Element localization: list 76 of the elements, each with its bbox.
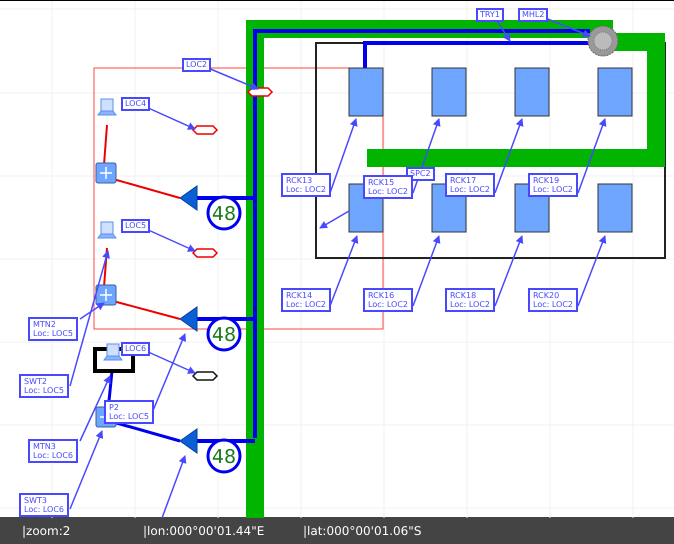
triangle-icon — [179, 185, 198, 211]
location-label[interactable]: MHL2 — [518, 8, 548, 22]
device-name: RCK15 — [368, 178, 396, 187]
port-icon — [192, 371, 218, 381]
hatched-circle-icon — [588, 26, 618, 56]
triangle-icon — [179, 306, 198, 332]
rack[interactable] — [432, 68, 466, 116]
device-name: RCK17 — [450, 176, 478, 185]
device-label[interactable]: SWT3 Loc: LOC6 — [19, 493, 69, 517]
device-label[interactable]: SWT2 Loc: LOC5 — [19, 374, 69, 398]
device-name: RCK18 — [450, 291, 478, 300]
device-label[interactable]: RCK18 Loc: LOC2 — [445, 288, 495, 312]
device-name: RCK14 — [286, 291, 314, 300]
device-name: MTN3 — [33, 442, 57, 451]
zoom-level: |zoom:2 — [22, 524, 72, 538]
port-icon — [192, 248, 218, 258]
leader-line — [494, 235, 524, 306]
device-location: Loc: LOC2 — [286, 185, 326, 194]
device-label[interactable]: MTN2 Loc: LOC5 — [28, 317, 78, 341]
switch-icon[interactable] — [96, 162, 116, 184]
device-location: Loc: LOC6 — [24, 505, 64, 514]
rack[interactable] — [598, 184, 632, 232]
port-icon — [192, 125, 218, 135]
latitude: |lat:000°00'01.06"S — [303, 524, 422, 538]
location-label[interactable]: TRY1 — [476, 8, 504, 22]
device-label[interactable]: RCK14 Loc: LOC2 — [281, 288, 331, 312]
device-label[interactable]: RCK17 Loc: LOC2 — [445, 173, 495, 197]
leader-line — [412, 235, 440, 306]
rack[interactable] — [348, 68, 384, 116]
rack[interactable] — [598, 68, 632, 116]
device-label[interactable]: RCK15 Loc: LOC2 — [363, 175, 413, 199]
leader-line — [319, 210, 350, 229]
cable-count: 48 — [212, 203, 236, 225]
device-label[interactable]: MTN3 Loc: LOC6 — [28, 439, 78, 463]
count-circle — [206, 438, 242, 474]
computer-icon[interactable] — [103, 344, 123, 360]
device-location: Loc: LOC2 — [368, 300, 408, 309]
longitude: |lon:000°00'01.44"E — [143, 524, 266, 538]
device-location: Loc: LOC2 — [533, 185, 573, 194]
rack[interactable] — [514, 68, 550, 116]
location-label[interactable]: LOC5 — [121, 219, 150, 233]
device-location: Loc: LOC2 — [450, 185, 490, 194]
device-label[interactable]: RCK16 Loc: LOC2 — [363, 288, 413, 312]
device-name: SWT2 — [24, 377, 48, 386]
count-circle — [206, 196, 242, 230]
count-circle — [206, 316, 242, 352]
device-name: MTN2 — [33, 320, 57, 329]
device-name: RCK20 — [533, 291, 560, 300]
device-label[interactable]: RCK20 Loc: LOC2 — [528, 288, 578, 312]
location-label[interactable]: SPC2 — [406, 167, 435, 181]
device-location: Loc: LOC5 — [109, 412, 149, 421]
device-location: Loc: LOC2 — [368, 187, 408, 196]
device-location: Loc: LOC2 — [533, 300, 573, 309]
device-name: RCK16 — [368, 291, 396, 300]
device-location: Loc: LOC5 — [24, 386, 64, 395]
location-label[interactable]: LOC4 — [121, 97, 150, 111]
device-name: SWT3 — [24, 496, 48, 505]
location-label[interactable]: LOC2 — [182, 58, 212, 72]
leader-line — [161, 455, 186, 518]
cable-count: 48 — [212, 446, 236, 468]
triangle-icon — [179, 428, 198, 454]
device-name: RCK19 — [533, 176, 560, 185]
switch-icon[interactable] — [96, 284, 116, 306]
device-location: Loc: LOC5 — [33, 329, 73, 338]
leader-line — [577, 235, 606, 306]
device-location: Loc: LOC2 — [286, 300, 326, 309]
device-label[interactable]: P2 Loc: LOC5 — [104, 400, 154, 424]
leader-line — [329, 235, 358, 306]
device-location: Loc: LOC6 — [33, 451, 73, 460]
cable-count: 48 — [212, 324, 236, 346]
device-name: P2 — [109, 403, 120, 412]
location-label[interactable]: LOC6 — [121, 342, 150, 356]
device-label[interactable]: RCK19 Loc: LOC2 — [528, 173, 578, 197]
device-name: RCK13 — [286, 176, 314, 185]
device-label[interactable]: RCK13 Loc: LOC2 — [281, 173, 331, 197]
device-location: Loc: LOC2 — [450, 300, 490, 309]
